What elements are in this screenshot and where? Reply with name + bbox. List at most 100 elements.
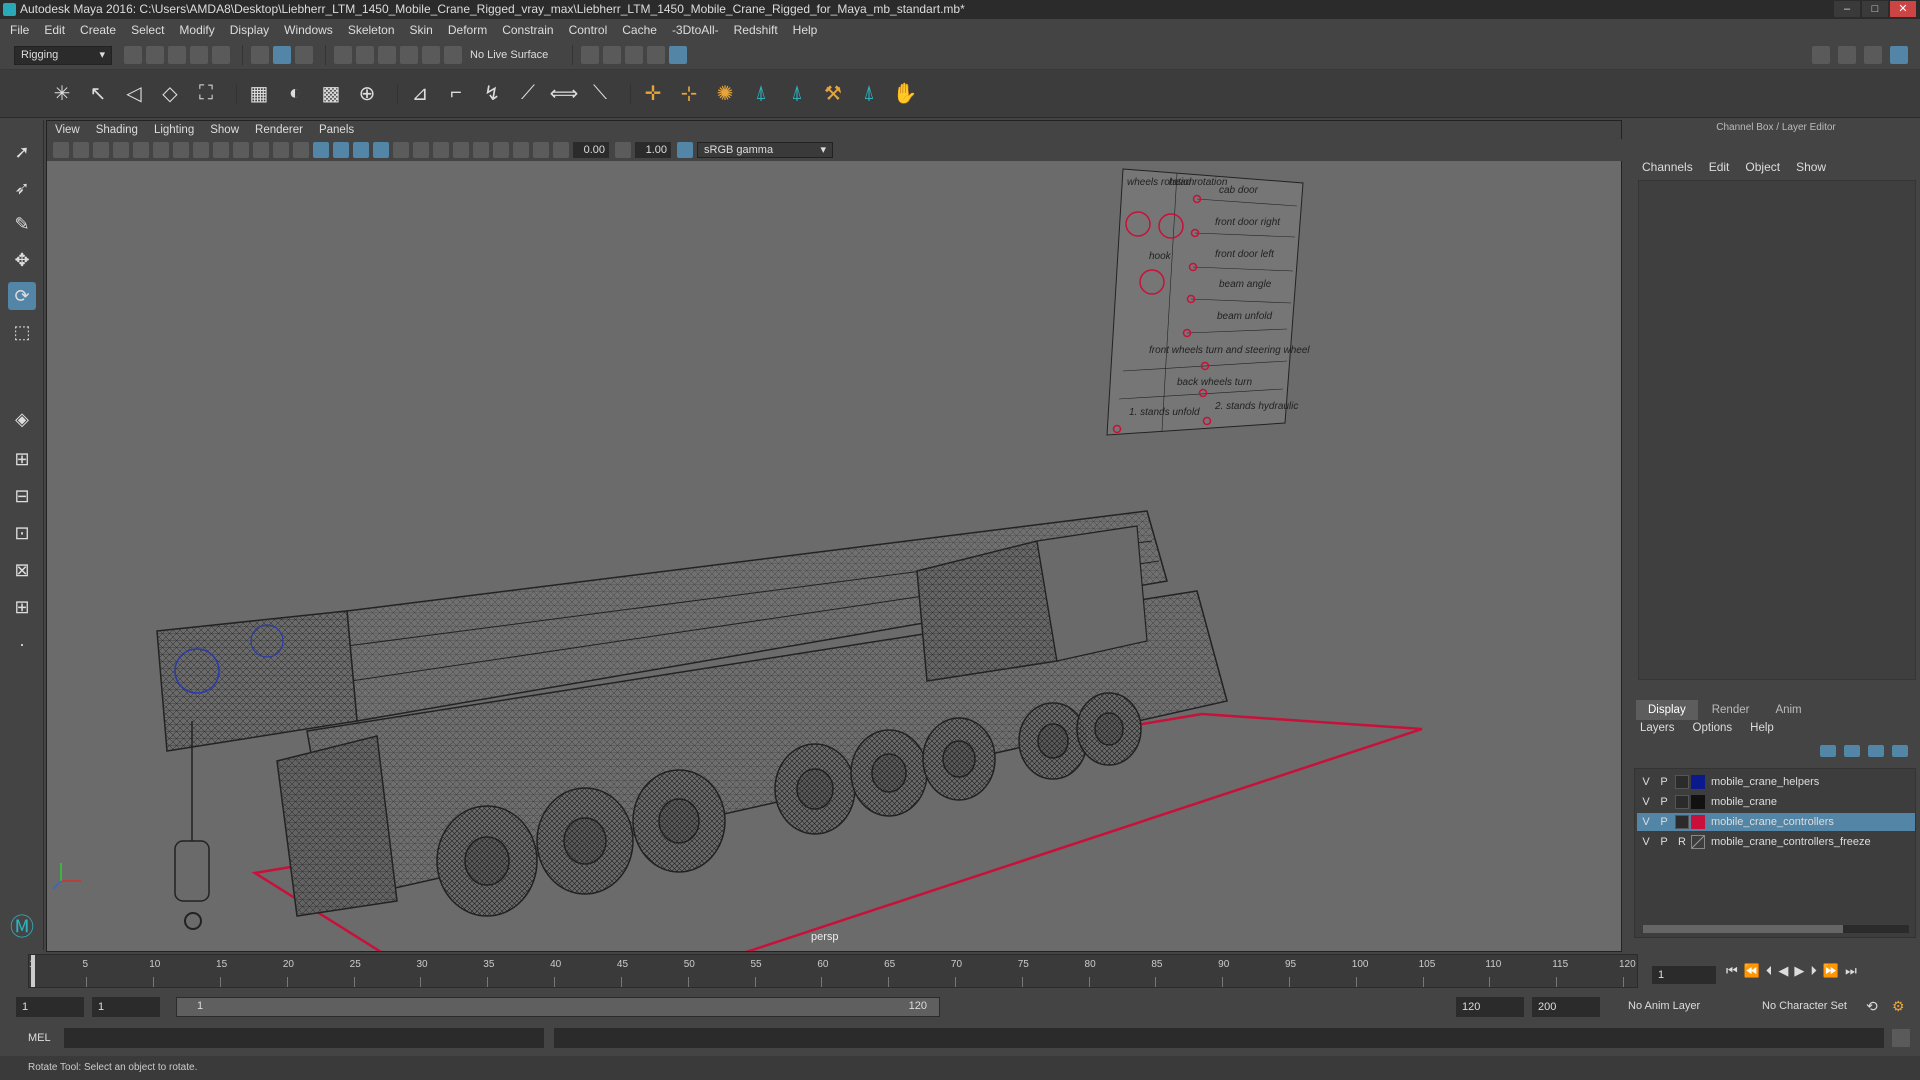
cb-menu-object[interactable]: Object	[1745, 160, 1780, 174]
color-space-dropdown[interactable]: sRGB gamma ▾	[697, 142, 833, 158]
layer-playback[interactable]: P	[1655, 836, 1673, 848]
select-tool-icon[interactable]: ➚	[8, 138, 36, 166]
wrap-icon[interactable]: ⊕	[353, 80, 381, 108]
camera-select-icon[interactable]	[53, 142, 69, 158]
snap-grid-icon[interactable]	[334, 46, 352, 64]
layer-color-swatch[interactable]	[1691, 795, 1705, 809]
blend-shape-icon[interactable]: ◐	[281, 80, 309, 108]
menu-deform[interactable]: Deform	[448, 23, 487, 37]
menu-3dtoall[interactable]: -3DtoAll-	[672, 23, 719, 37]
persp-outliner-icon[interactable]: ⊡	[8, 519, 36, 547]
image-plane-icon[interactable]	[113, 142, 129, 158]
channel-box-icon[interactable]	[1890, 46, 1908, 64]
layer-type-toggle[interactable]	[1675, 775, 1689, 789]
snap-curve-icon[interactable]	[356, 46, 374, 64]
step-forward-frame-icon[interactable]: ⏵	[1810, 963, 1817, 979]
layer-row[interactable]: V P mobile_crane_controllers	[1637, 813, 1915, 831]
snap-surface-icon[interactable]	[422, 46, 440, 64]
channel-list[interactable]	[1638, 180, 1916, 680]
mode-dropdown[interactable]: Rigging ▾	[14, 45, 112, 65]
layer-row[interactable]: V P R mobile_crane_controllers_freeze	[1637, 833, 1915, 851]
time-slider[interactable]: 1510152025303540455055606570758085909510…	[0, 952, 1920, 992]
menu-redshift[interactable]: Redshift	[734, 23, 778, 37]
single-pane-icon[interactable]: ◈	[8, 405, 36, 433]
menu-display[interactable]: Display	[230, 23, 269, 37]
command-input[interactable]	[64, 1028, 544, 1048]
step-back-key-icon[interactable]: ⏪	[1744, 963, 1760, 979]
hook-block[interactable]	[174, 840, 210, 902]
grease-pencil-icon[interactable]	[153, 142, 169, 158]
layer-visibility[interactable]: V	[1637, 776, 1655, 788]
step-back-frame-icon[interactable]: ⏴	[1766, 963, 1773, 979]
layer-type-toggle[interactable]	[1675, 815, 1689, 829]
layer-row[interactable]: V P mobile_crane_helpers	[1637, 773, 1915, 791]
color-management-icon[interactable]	[677, 142, 693, 158]
menu-help[interactable]: Help	[793, 23, 818, 37]
snap-view-icon[interactable]	[400, 46, 418, 64]
hypershade-layout-icon[interactable]: ⊞	[8, 593, 36, 621]
step-forward-key-icon[interactable]: ⏩	[1823, 963, 1839, 979]
rig-control-panel[interactable]: wheels rotation head rotation hook cab d…	[1106, 168, 1310, 436]
playback-end-field[interactable]: 120	[1456, 997, 1524, 1017]
gamma-field[interactable]: 1.00	[635, 142, 671, 158]
maximize-button[interactable]: □	[1862, 1, 1888, 17]
menu-skin[interactable]: Skin	[410, 23, 433, 37]
current-frame-field[interactable]: 1	[1652, 966, 1716, 984]
tab-display[interactable]: Display	[1636, 700, 1698, 720]
isolate-select-icon[interactable]	[493, 142, 509, 158]
live-surface-label[interactable]: No Live Surface	[470, 49, 548, 61]
exposure-field[interactable]: 0.00	[573, 142, 609, 158]
menu-create[interactable]: Create	[80, 23, 116, 37]
locator-icon[interactable]: ✛	[639, 80, 667, 108]
layer-scrollbar[interactable]	[1643, 925, 1909, 933]
safe-title-icon[interactable]	[293, 142, 309, 158]
hud-icon[interactable]	[533, 142, 549, 158]
layer-playback[interactable]: P	[1655, 796, 1673, 808]
new-scene-icon[interactable]	[124, 46, 142, 64]
scale-constraint-icon[interactable]: ⍋	[855, 80, 883, 108]
select-component-icon[interactable]	[295, 46, 313, 64]
bookmark-icon[interactable]	[93, 142, 109, 158]
paint-select-icon[interactable]: ✎	[8, 210, 36, 238]
insert-joint-icon[interactable]: ◇	[156, 80, 184, 108]
gamma-icon[interactable]	[615, 142, 631, 158]
rotate-tool-icon[interactable]: ⟳	[8, 282, 36, 310]
minimize-button[interactable]: –	[1834, 1, 1860, 17]
aim-constraint-icon[interactable]: ⍋	[783, 80, 811, 108]
playback-start-field[interactable]: 1	[92, 997, 160, 1017]
paint-weights-icon[interactable]: ↯	[478, 80, 506, 108]
layer-playback[interactable]: P	[1655, 776, 1673, 788]
snap-point-icon[interactable]	[378, 46, 396, 64]
motion-blur-icon[interactable]	[473, 142, 489, 158]
panel-menu-lighting[interactable]: Lighting	[154, 124, 194, 136]
bind-skin-icon[interactable]: ⊿	[406, 80, 434, 108]
camera-attributes-icon[interactable]	[73, 142, 89, 158]
menu-edit[interactable]: Edit	[44, 23, 65, 37]
film-gate-icon[interactable]	[193, 142, 209, 158]
wireframe-icon[interactable]	[313, 142, 329, 158]
wireframe-on-shaded-icon[interactable]	[353, 142, 369, 158]
menu-constrain[interactable]: Constrain	[502, 23, 553, 37]
cb-menu-edit[interactable]: Edit	[1709, 160, 1730, 174]
exposure-icon[interactable]	[553, 142, 569, 158]
le-menu-layers[interactable]: Layers	[1640, 722, 1675, 734]
select-hierarchy-icon[interactable]	[251, 46, 269, 64]
layout-options-icon[interactable]: ·	[8, 630, 36, 658]
pole-vector-icon[interactable]: ⚒	[819, 80, 847, 108]
field-chart-icon[interactable]	[253, 142, 269, 158]
layer-visibility[interactable]: V	[1637, 796, 1655, 808]
modeling-toolkit-icon[interactable]	[1812, 46, 1830, 64]
undo-icon[interactable]	[190, 46, 208, 64]
snap-vertex-icon[interactable]	[444, 46, 462, 64]
menu-skeleton[interactable]: Skeleton	[348, 23, 395, 37]
layer-color-swatch[interactable]	[1691, 835, 1705, 849]
anim-layer-dropdown[interactable]: No Anim Layer	[1628, 1000, 1700, 1012]
animation-start-field[interactable]: 1	[16, 997, 84, 1017]
orient-constraint-icon[interactable]: ⍋	[747, 80, 775, 108]
menu-windows[interactable]: Windows	[284, 23, 333, 37]
panel-menu-shading[interactable]: Shading	[96, 124, 138, 136]
go-to-end-icon[interactable]: ⏭	[1845, 963, 1857, 979]
save-scene-icon[interactable]	[168, 46, 186, 64]
parent-constraint-icon[interactable]: ⊹	[675, 80, 703, 108]
move-tool-icon[interactable]: ✥	[8, 246, 36, 274]
